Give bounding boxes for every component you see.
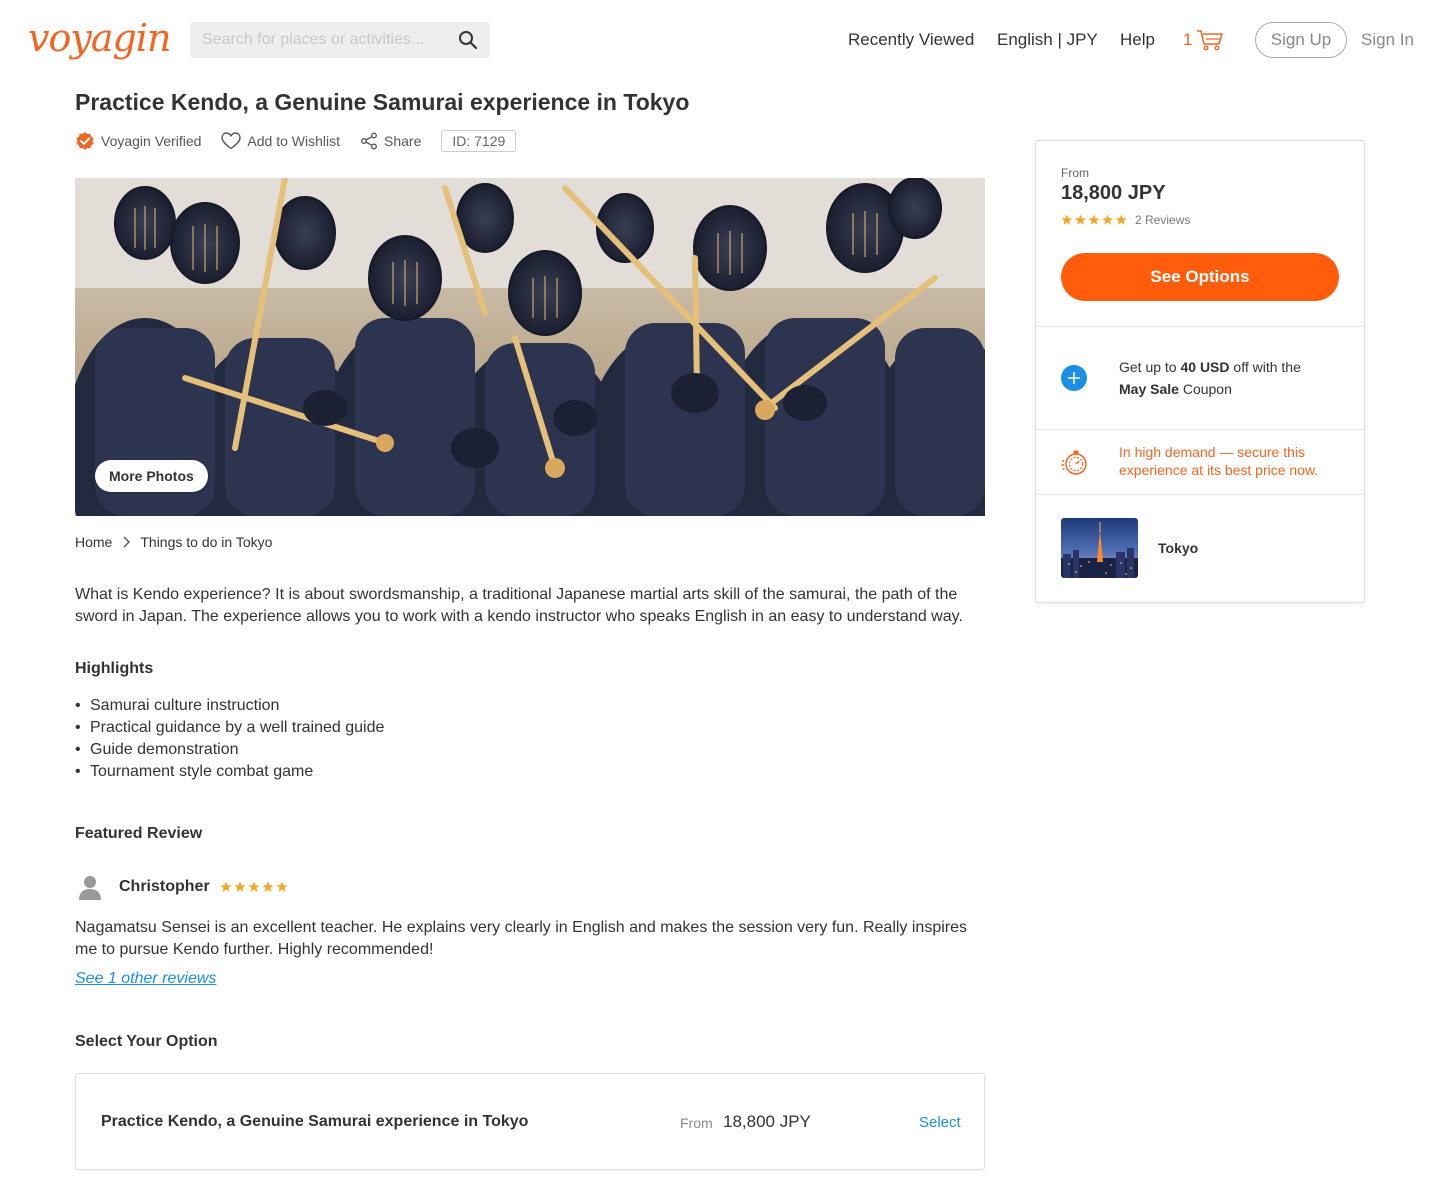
more-photos-button[interactable]: More Photos [95, 460, 208, 492]
site-header: voyagin Recently Viewed English | JPY He… [0, 0, 1440, 80]
heart-icon [221, 132, 242, 150]
breadcrumb-things-to-do[interactable]: Things to do in Tokyo [140, 534, 272, 550]
sign-in-link[interactable]: Sign In [1361, 30, 1414, 50]
reviewer: Christopher [75, 872, 290, 902]
page-title: Practice Kendo, a Genuine Samurai experi… [75, 89, 690, 115]
option-name: Practice Kendo, a Genuine Samurai experi… [101, 1113, 529, 1130]
tokyo-tower-image [1061, 518, 1138, 578]
coupon-text-post: Coupon [1178, 381, 1232, 397]
option-from-label: From [680, 1115, 713, 1131]
wishlist-label: Add to Wishlist [247, 133, 340, 149]
price-value: 18,800 JPY [1061, 182, 1166, 204]
coupon-text-mid: off with the [1229, 359, 1301, 375]
reviewer-name: Christopher [119, 878, 210, 895]
share-button[interactable]: Share [360, 132, 421, 150]
breadcrumb-home[interactable]: Home [75, 534, 112, 550]
verified-badge: Voyagin Verified [75, 131, 201, 151]
review-text: Nagamatsu Sensei is an excellent teacher… [75, 919, 967, 958]
activity-description: What is Kendo experience? It is about sw… [75, 586, 963, 625]
cart-icon [1197, 30, 1224, 51]
divider [1036, 494, 1364, 495]
activity-id-badge: ID: 7129 [441, 130, 517, 152]
option-price: 18,800 JPY [723, 1112, 811, 1131]
share-label: Share [384, 133, 422, 149]
activity-meta: Voyagin Verified Add to Wishlist Share I… [75, 130, 517, 152]
booking-sidebar: From 18,800 JPY 2 Reviews See Options Ge… [1035, 140, 1365, 603]
share-icon [361, 132, 377, 150]
rating-stars-icon [220, 881, 288, 892]
highlights-title: Highlights [75, 660, 154, 677]
high-demand-notice: In high demand — secure this experience … [1119, 444, 1319, 478]
nav-language-currency[interactable]: English | JPY [997, 30, 1098, 50]
coupon-amount: 40 USD [1180, 359, 1230, 375]
search-icon[interactable] [458, 30, 478, 50]
see-other-reviews-link[interactable]: See 1 other reviews [75, 970, 216, 988]
see-options-button[interactable]: See Options [1061, 253, 1339, 301]
nav-recently-viewed[interactable]: Recently Viewed [848, 30, 974, 50]
divider [1036, 429, 1364, 430]
featured-review-title: Featured Review [75, 825, 203, 842]
sidebar-rating: 2 Reviews [1061, 213, 1190, 227]
option-card: Practice Kendo, a Genuine Samurai experi… [75, 1073, 985, 1170]
voyagin-logo[interactable]: voyagin [28, 14, 171, 62]
search-input[interactable] [190, 22, 450, 58]
rating-stars-icon [1061, 214, 1127, 225]
option-select-button[interactable]: Select [919, 1114, 961, 1131]
highlight-item: Guide demonstration [75, 739, 384, 761]
kendo-practice-photo [75, 178, 985, 516]
cart-count: 1 [1183, 30, 1193, 49]
breadcrumb: Home Things to do in Tokyo [75, 534, 272, 550]
cart-button[interactable]: 1 [1183, 28, 1224, 52]
select-option-title: Select Your Option [75, 1033, 218, 1050]
highlights-list: Samurai culture instruction Practical gu… [75, 695, 384, 783]
avatar [79, 876, 101, 900]
add-coupon-icon[interactable] [1061, 365, 1087, 391]
tokyo-city-thumbnail[interactable] [1061, 518, 1138, 578]
highlight-item: Practical guidance by a well trained gui… [75, 717, 384, 739]
sign-up-button[interactable]: Sign Up [1255, 22, 1347, 58]
highlight-item: Samurai culture instruction [75, 695, 384, 717]
price-from-label: From [1061, 166, 1089, 180]
coupon-text: Get up to 40 USD off with the May Sale Co… [1119, 356, 1339, 400]
divider [1036, 326, 1364, 327]
hero-photo[interactable]: More Photos [75, 178, 985, 516]
verified-label: Voyagin Verified [101, 133, 202, 149]
coupon-name: May Sale [1119, 381, 1179, 397]
chevron-right-icon [123, 536, 131, 548]
nav-help[interactable]: Help [1120, 30, 1155, 50]
search-bar [190, 22, 490, 58]
review-count-link[interactable]: 2 Reviews [1135, 213, 1190, 227]
logo-text: voyagin [28, 16, 171, 60]
coupon-text-pre: Get up to [1119, 359, 1181, 375]
stopwatch-icon [1061, 450, 1087, 475]
wishlist-button[interactable]: Add to Wishlist [221, 132, 340, 150]
city-link-tokyo[interactable]: Tokyo [1158, 540, 1198, 556]
verified-icon [76, 132, 94, 150]
highlight-item: Tournament style combat game [75, 761, 384, 783]
